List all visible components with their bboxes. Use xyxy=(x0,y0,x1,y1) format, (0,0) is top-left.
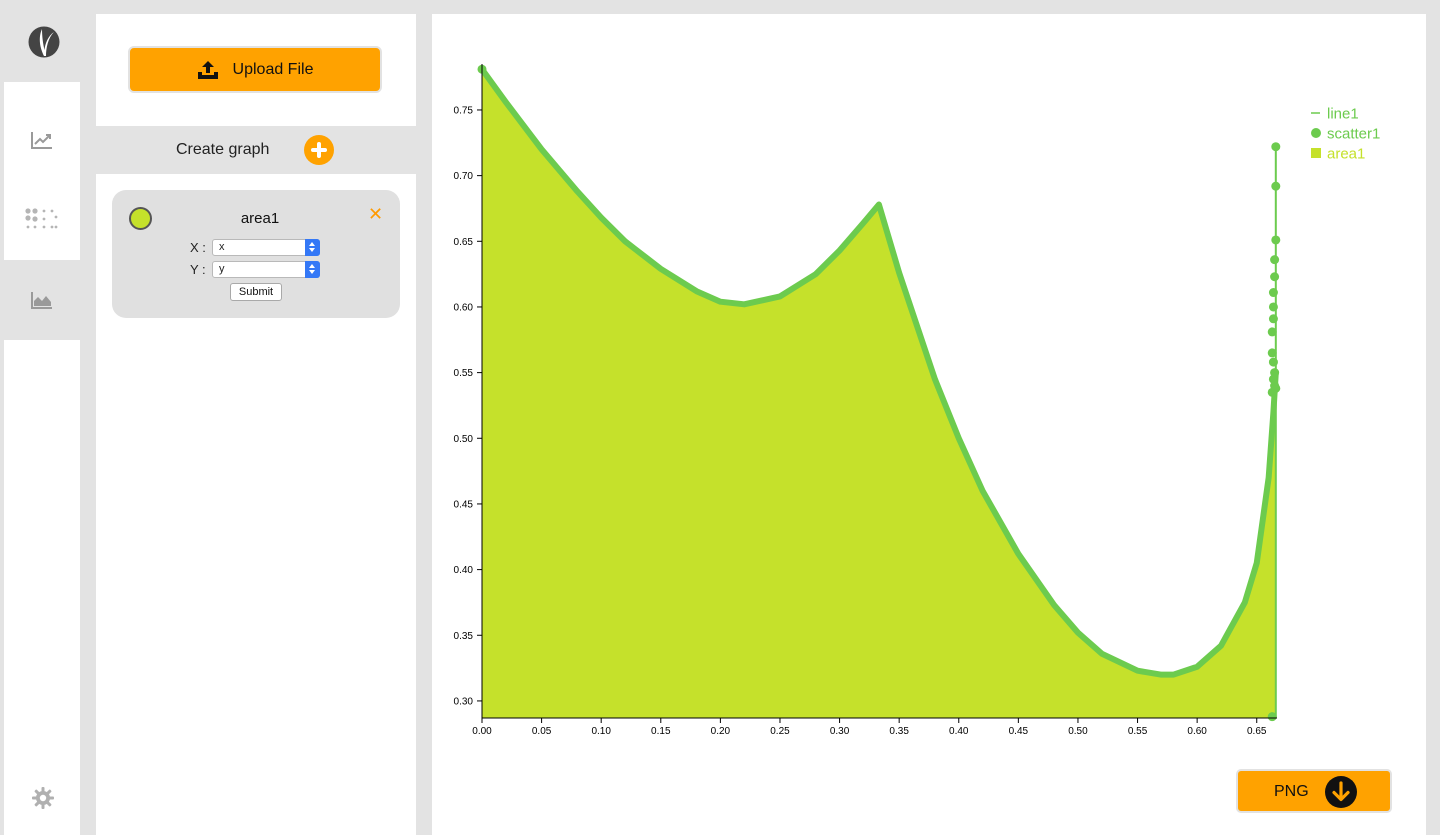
y-tick-label: 0.65 xyxy=(454,237,474,248)
scatter1-point xyxy=(1271,142,1281,152)
y-tick-label: 0.60 xyxy=(454,302,474,313)
y-tick-label: 0.30 xyxy=(454,696,474,707)
legend-area-symbol xyxy=(1311,148,1321,158)
legend-label: area1 xyxy=(1327,146,1365,163)
y-column-select[interactable]: y xyxy=(212,261,320,278)
scatter1-point xyxy=(1267,712,1277,722)
scatter1-point xyxy=(1268,288,1278,298)
chart-panel: 0.00 0.05 0.10 0.15 0.20 0.25 0.30 0.35 0.40 0.45… xyxy=(432,14,1426,835)
x-tick-label: 0.60 xyxy=(1187,726,1207,737)
x-tick-label: 0.35 xyxy=(889,726,909,737)
nav-scatter-plot[interactable] xyxy=(4,180,80,260)
x-tick-label: 0.30 xyxy=(830,726,850,737)
scatter1-point xyxy=(1268,357,1278,367)
x-column-value: x xyxy=(219,241,225,253)
gear-icon[interactable] xyxy=(32,787,54,809)
x-tick-label: 0.55 xyxy=(1128,726,1148,737)
scatter1-point xyxy=(1271,383,1281,393)
scatter1-point xyxy=(1268,314,1278,324)
create-graph-label: Create graph xyxy=(176,141,270,158)
x-tick-label: 0.15 xyxy=(651,726,671,737)
y-tick-label: 0.45 xyxy=(454,499,474,510)
create-graph-row: Create graph xyxy=(96,126,416,174)
logo-slot xyxy=(4,0,80,82)
select-arrows-icon xyxy=(305,261,320,278)
add-graph-button[interactable] xyxy=(304,135,334,165)
nav-line-chart[interactable] xyxy=(4,100,80,180)
area-chart-icon xyxy=(31,292,52,309)
upload-file-label: Upload File xyxy=(232,60,314,78)
scatter1-point xyxy=(1271,235,1281,245)
scatter-plot-icon xyxy=(25,208,58,229)
scatter1-point xyxy=(1267,348,1277,358)
select-arrows-icon xyxy=(305,239,320,256)
y-tick-label: 0.70 xyxy=(454,171,474,182)
scatter1-point xyxy=(1268,302,1278,312)
x-tick-label: 0.25 xyxy=(770,726,790,737)
x-tick-label: 0.20 xyxy=(711,726,731,737)
x-tick-label: 0.65 xyxy=(1247,726,1267,737)
x-column-select[interactable]: x xyxy=(212,239,320,256)
scatter1-point xyxy=(1270,272,1280,282)
y-column-value: y xyxy=(219,263,225,275)
legend-label: line1 xyxy=(1327,106,1359,123)
sidebar-rail xyxy=(4,0,80,835)
area-chart: 0.00 0.05 0.10 0.15 0.20 0.25 0.30 0.35 0.40 0.45… xyxy=(454,64,1380,737)
x-tick-label: 0.05 xyxy=(532,726,552,737)
x-tick-label: 0.50 xyxy=(1068,726,1088,737)
submit-button[interactable]: Submit xyxy=(230,283,282,301)
graph-card-title: area1 xyxy=(240,210,280,227)
graph-config-panel: Upload File Create graph area1 ✕ X : x Y… xyxy=(96,14,416,835)
scatter1-point xyxy=(1267,327,1277,337)
area1-fill xyxy=(482,69,1276,719)
y-tick-label: 0.50 xyxy=(454,434,474,445)
x-tick-label: 0.45 xyxy=(1009,726,1029,737)
upload-file-button[interactable]: Upload File xyxy=(128,46,382,93)
x-tick-label: 0.40 xyxy=(949,726,969,737)
scatter1-point xyxy=(1271,181,1281,191)
y-tick-label: 0.75 xyxy=(454,105,474,116)
y-tick-label: 0.35 xyxy=(454,631,474,642)
download-arrow-icon xyxy=(1325,776,1357,808)
scatter1-point xyxy=(1270,255,1280,265)
graph-card: area1 ✕ X : x Y : y Submit xyxy=(112,190,400,318)
x-tick-label: 0.10 xyxy=(591,726,611,737)
x-tick-label: 0.00 xyxy=(472,726,492,737)
app-logo xyxy=(28,26,60,58)
x-field-label: X : xyxy=(190,240,206,255)
upload-icon xyxy=(197,60,218,79)
legend-scatter-symbol xyxy=(1311,128,1321,138)
y-tick-label: 0.40 xyxy=(454,565,474,576)
legend-label: scatter1 xyxy=(1327,126,1380,143)
y-field-label: Y : xyxy=(190,262,206,277)
export-png-button[interactable]: PNG xyxy=(1236,769,1392,813)
export-png-label: PNG xyxy=(1274,783,1309,800)
nav-area-chart[interactable] xyxy=(4,260,80,340)
y-tick-label: 0.55 xyxy=(454,368,474,379)
line-chart-icon xyxy=(31,132,52,149)
close-icon[interactable]: ✕ xyxy=(368,204,383,224)
